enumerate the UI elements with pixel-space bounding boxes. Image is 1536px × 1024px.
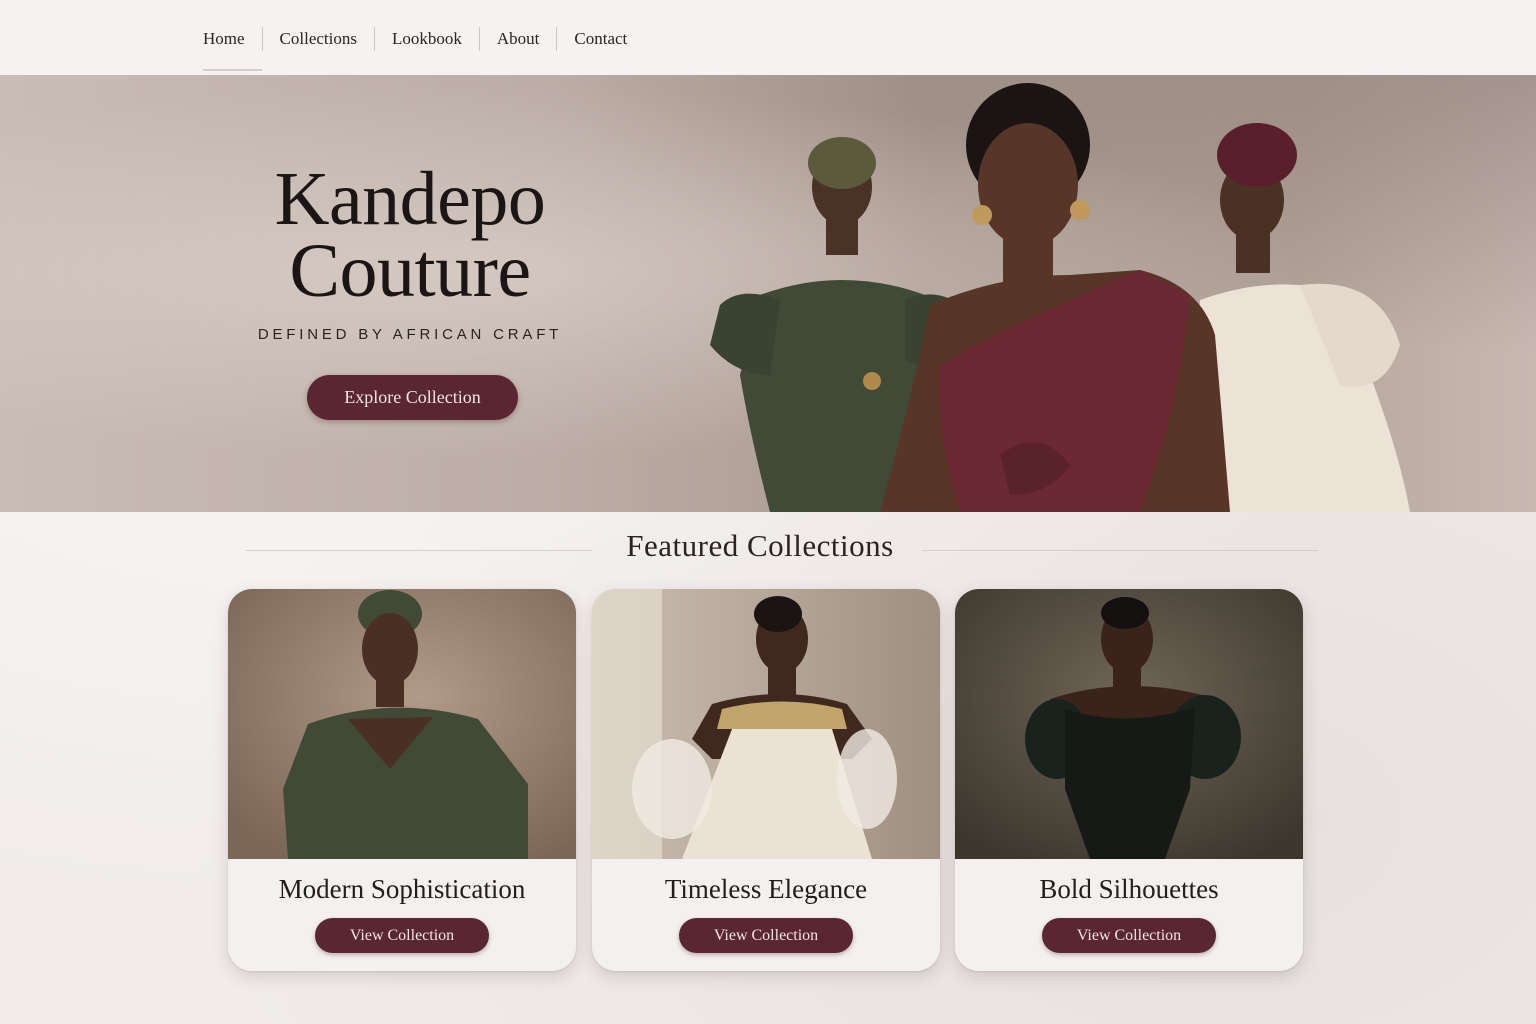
nav-item-home[interactable]: Home bbox=[186, 26, 262, 71]
view-collection-button[interactable]: View Collection bbox=[315, 918, 489, 953]
hero-title-line2: Couture bbox=[289, 229, 531, 313]
card-image-modern-sophistication bbox=[228, 589, 576, 859]
view-collection-button[interactable]: View Collection bbox=[1042, 918, 1216, 953]
hero-banner: Kandepo Couture DEFINED BY AFRICAN CRAFT… bbox=[0, 75, 1536, 512]
card-image-bold-silhouettes bbox=[955, 589, 1303, 859]
collection-card-bold-silhouettes: Bold Silhouettes View Collection bbox=[955, 589, 1303, 971]
nav-item-contact[interactable]: Contact bbox=[557, 26, 644, 52]
card-title: Timeless Elegance bbox=[664, 874, 868, 904]
card-title: Modern Sophistication bbox=[278, 874, 526, 904]
explore-collection-button[interactable]: Explore Collection bbox=[307, 375, 518, 420]
nav-item-about[interactable]: About bbox=[480, 26, 557, 52]
hero-tagline: DEFINED BY AFRICAN CRAFT bbox=[257, 326, 563, 343]
nav-item-collections[interactable]: Collections bbox=[263, 26, 374, 52]
featured-heading: Featured Collections bbox=[626, 528, 894, 563]
hero-title: Kandepo Couture bbox=[220, 157, 600, 313]
heading-rule-right bbox=[922, 550, 1318, 551]
collection-card-timeless-elegance: Timeless Elegance View Collection bbox=[592, 589, 940, 971]
top-navigation: Home Collections Lookbook About Contact bbox=[0, 0, 1536, 75]
hero-title-line1: Kandepo bbox=[274, 157, 546, 241]
nav-item-lookbook[interactable]: Lookbook bbox=[375, 26, 479, 52]
card-title: Bold Silhouettes bbox=[1039, 874, 1219, 904]
nav-list: Home Collections Lookbook About Contact bbox=[186, 26, 644, 71]
view-collection-button[interactable]: View Collection bbox=[679, 918, 853, 953]
collection-card-modern-sophistication: Modern Sophistication View Collection bbox=[228, 589, 576, 971]
card-image-timeless-elegance bbox=[592, 589, 940, 859]
heading-rule-left bbox=[246, 550, 592, 551]
